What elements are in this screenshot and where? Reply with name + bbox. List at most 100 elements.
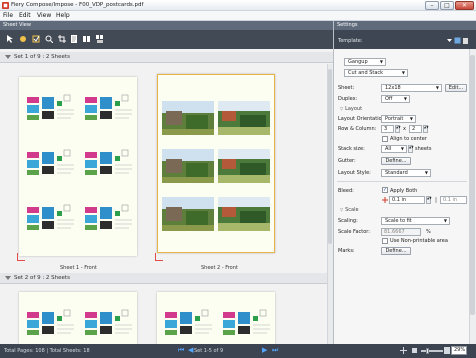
columns-input[interactable]: 2	[409, 125, 422, 133]
separator	[337, 181, 467, 182]
sheet-view-title: Sheet View	[3, 22, 31, 28]
stack-size-select[interactable]: All	[381, 145, 407, 153]
prev-set-icon[interactable]: ◀	[188, 346, 193, 355]
collapse-icon[interactable]	[5, 276, 11, 280]
bleed-input-1[interactable]: 0.1 in	[389, 196, 425, 204]
scale-factor-label: Scale Factor:	[338, 229, 370, 235]
sheet-edit-button[interactable]: Edit...	[445, 84, 467, 92]
scaling-label: Scaling:	[338, 218, 358, 224]
duplex-select[interactable]: Off	[381, 95, 410, 103]
insert-sheet-icon[interactable]	[83, 35, 91, 43]
zoom-level[interactable]: 29%	[451, 346, 467, 355]
orientation-select[interactable]: Portrait	[381, 115, 416, 123]
delete-template-icon[interactable]	[462, 37, 469, 44]
sheet-4-content-icon	[162, 301, 274, 347]
rows-stepper-icon[interactable]: ▲▼	[395, 125, 401, 133]
sheet-view-header: Sheet View	[0, 21, 333, 30]
settings-header: Settings	[334, 21, 476, 30]
sheet-pair-icon[interactable]	[96, 35, 104, 43]
settings-scroll-thumb[interactable]	[470, 55, 475, 315]
minimize-button[interactable]: –	[425, 1, 439, 10]
gutter-define-button[interactable]: Define...	[381, 157, 411, 165]
sheet-2-thumbnail[interactable]	[157, 74, 275, 253]
menu-view[interactable]: View	[37, 12, 51, 19]
sheet-1-content-icon	[24, 86, 136, 242]
total-pages-status: Total Pages: 108 | Total Sheets: 18	[4, 348, 90, 354]
columns-stepper-icon[interactable]: ▲▼	[423, 125, 429, 133]
sheet-toolbar	[0, 30, 333, 49]
layout-style-select[interactable]: Standard	[381, 169, 431, 177]
scale-factor-input[interactable]: 81.6667	[381, 228, 421, 236]
non-printable-checkbox[interactable]	[382, 238, 388, 244]
pointer-icon[interactable]	[6, 35, 14, 43]
close-button[interactable]: ✕	[455, 1, 474, 10]
collapse-icon[interactable]: ▽	[340, 207, 343, 212]
set-pager: Set 1-5 of 9	[194, 348, 224, 354]
sheet-1-label: Sheet 1 - Front	[60, 265, 97, 271]
set-2-header[interactable]: Set 2 of 9 : 2 Sheets	[0, 273, 333, 284]
collapse-icon[interactable]	[5, 55, 11, 59]
sheet-size-select[interactable]: 12x18	[381, 84, 442, 92]
sheet-4-thumbnail[interactable]	[157, 292, 275, 352]
template-dropdown-icon[interactable]	[446, 37, 453, 44]
percent-sign: %	[426, 229, 431, 235]
bleed-vertical-icon	[435, 197, 437, 203]
settings-title: Settings	[337, 22, 358, 28]
sheet-1-corner-mark	[17, 253, 25, 261]
mode-select[interactable]: Cut and Stack	[344, 69, 408, 77]
zoom-slider-knob[interactable]	[426, 348, 429, 354]
save-template-icon[interactable]	[454, 37, 461, 44]
menu-bar: File Edit View Help	[0, 11, 476, 21]
bleed-input-2[interactable]: 0.1 in	[440, 196, 467, 204]
gutter-label: Gutter:	[338, 158, 356, 164]
collapse-icon[interactable]: ▽	[340, 106, 343, 111]
row-column-label: Row & Column:	[338, 126, 377, 132]
zoom-icon[interactable]	[45, 35, 53, 43]
app-icon	[2, 2, 9, 9]
first-set-icon[interactable]: ⏮	[178, 346, 184, 355]
apply-both-label: Apply Both	[390, 188, 418, 194]
stack-stepper-icon[interactable]: ▲▼	[408, 145, 414, 153]
maximize-button[interactable]: □	[440, 1, 454, 10]
duplex-label: Duplex:	[338, 96, 358, 102]
rows-input[interactable]: 3	[381, 125, 394, 133]
layout-style-label: Layout Style:	[338, 170, 371, 176]
marks-define-button[interactable]: Define...	[381, 247, 411, 255]
marks-label: Marks:	[338, 248, 355, 254]
menu-edit[interactable]: Edit	[19, 12, 31, 19]
pan-icon[interactable]	[19, 35, 27, 43]
sheet-2-content-icon	[162, 101, 270, 231]
sheet-label: Sheet:	[338, 85, 355, 91]
scale-section[interactable]: ▽ Scale	[340, 207, 359, 213]
next-set-icon[interactable]: ▶	[262, 346, 267, 355]
title-bar: Fiery Compose/Impose - F00_VDP_postcards…	[0, 0, 476, 11]
stack-size-label: Stack size:	[338, 146, 365, 152]
fit-view-icon[interactable]	[400, 347, 407, 354]
template-label: Template:	[338, 38, 363, 44]
times-symbol: x	[403, 126, 406, 132]
workflow-select[interactable]: Gangup	[344, 58, 386, 66]
scaling-select[interactable]: Scale to fit	[381, 217, 450, 225]
select-icon[interactable]	[32, 35, 40, 43]
layout-section[interactable]: ▽ Layout	[340, 106, 362, 112]
document-icon[interactable]	[70, 35, 78, 43]
sheet-view-scroll-thumb[interactable]	[328, 69, 332, 244]
sheet-2-corner-mark	[155, 253, 163, 261]
zoom-out-icon[interactable]	[411, 347, 418, 354]
menu-file[interactable]: File	[3, 12, 13, 19]
sheet-1-thumbnail[interactable]	[19, 77, 137, 256]
sheet-3-thumbnail[interactable]	[19, 292, 137, 352]
crop-icon[interactable]	[58, 35, 66, 43]
set-1-label: Set 1 of 9 : 2 Sheets	[14, 54, 70, 60]
zoom-slider[interactable]	[421, 350, 443, 352]
apply-both-checkbox[interactable]: ✓	[382, 187, 388, 193]
bleed-stepper-icon[interactable]: ▲▼	[426, 196, 432, 204]
last-set-icon[interactable]: ⏭	[272, 346, 278, 355]
set-2-label: Set 2 of 9 : 2 Sheets	[14, 275, 70, 281]
zoom-in-icon[interactable]	[444, 347, 450, 354]
menu-help[interactable]: Help	[56, 12, 70, 19]
orientation-label: Layout Orientation:	[338, 116, 387, 122]
non-printable-label: Use Non-printable area	[390, 238, 448, 244]
set-1-header[interactable]: Set 1 of 9 : 2 Sheets	[0, 52, 333, 63]
align-center-checkbox[interactable]	[382, 136, 388, 142]
